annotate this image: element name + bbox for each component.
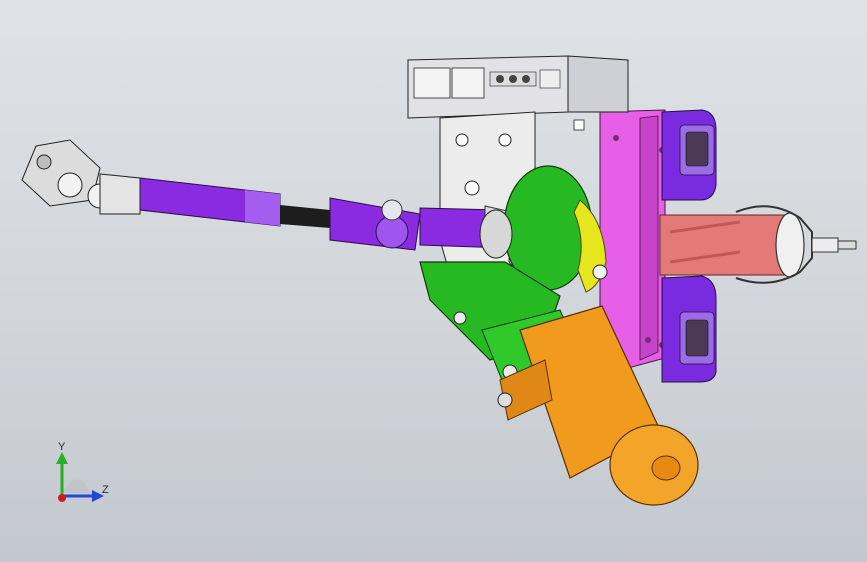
triad-axes bbox=[56, 452, 104, 502]
universal-joint-left[interactable] bbox=[21, 139, 141, 215]
z-axis-label: Z bbox=[102, 484, 109, 496]
steering-tube[interactable] bbox=[659, 205, 857, 284]
y-axis-label: Y bbox=[58, 441, 66, 453]
steering-assembly-model[interactable] bbox=[0, 0, 867, 562]
cad-graphics-viewport[interactable]: Y Z bbox=[0, 0, 867, 562]
x-axis-dot bbox=[58, 494, 66, 502]
coordinate-triad: Y Z bbox=[40, 436, 120, 516]
